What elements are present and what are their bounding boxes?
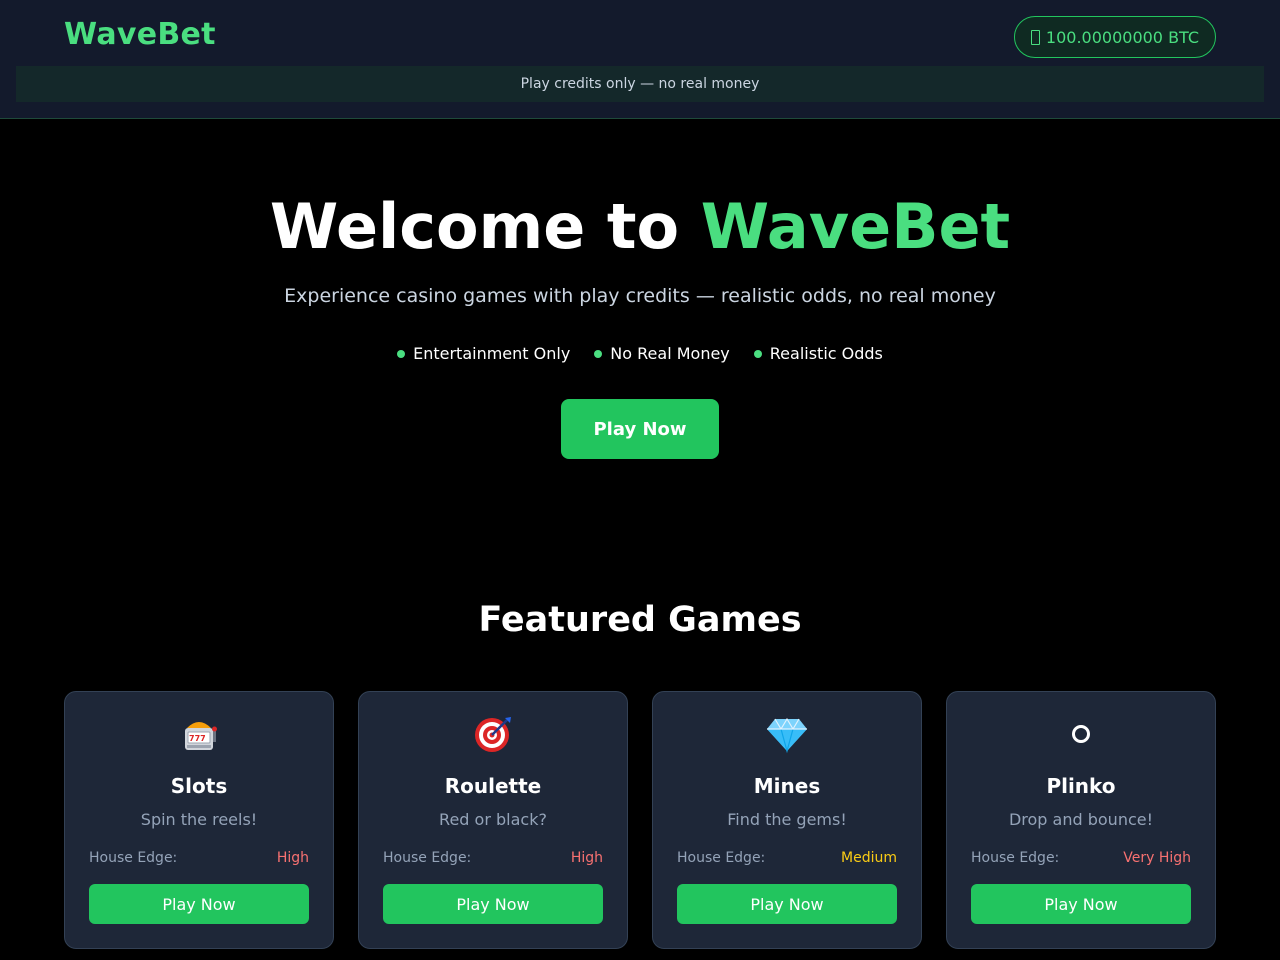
game-card-roulette[interactable]: Roulette Red or black? House Edge: High … (358, 691, 628, 949)
balance-value: 100.00000000 BTC (1045, 27, 1200, 47)
hero-title-accent: WaveBet (700, 190, 1011, 263)
house-edge-value: High (276, 850, 309, 866)
game-description: Find the gems! (727, 810, 847, 829)
game-description: Drop and bounce! (1008, 810, 1154, 829)
feature-label: Realistic Odds (769, 344, 883, 363)
house-edge-value: Very High (1123, 850, 1191, 866)
balance-badge[interactable]: 100.00000000 BTC (1014, 16, 1216, 58)
logo[interactable]: WaveBet (64, 17, 216, 52)
hero-play-now-button[interactable]: Play Now (561, 399, 719, 459)
game-card-mines[interactable]: Mines Find the gems! House Edge: Medium … (652, 691, 922, 949)
bullet-dot-icon (753, 349, 762, 358)
game-card-plinko[interactable]: Plinko Drop and bounce! House Edge: Very… (946, 691, 1216, 949)
site-header: WaveBet 100.00000000 BTC Play credits on… (0, 0, 1280, 119)
house-edge-label: House Edge: (89, 850, 178, 866)
play-now-button[interactable]: Play Now (677, 884, 897, 924)
bullet-dot-icon (594, 349, 603, 358)
game-name: Slots (170, 774, 228, 798)
game-card-slots[interactable]: 777 Slots Spin the reels! House Edge: Hi… (64, 691, 334, 949)
game-name: Mines (753, 774, 821, 798)
house-edge-value: Medium (841, 850, 897, 866)
hero-title: Welcome to WaveBet (0, 190, 1280, 263)
featured-games-title: Featured Games (478, 600, 802, 640)
hero-title-prefix: Welcome to (269, 190, 680, 263)
house-edge-label: House Edge: (677, 850, 766, 866)
feature-label: No Real Money (610, 344, 730, 363)
house-edge-row: House Edge: High (383, 850, 603, 866)
game-name: Roulette (444, 774, 542, 798)
play-now-button[interactable]: Play Now (971, 884, 1191, 924)
feature-label: Entertainment Only (413, 344, 571, 363)
house-edge-value: High (570, 850, 603, 866)
play-credits-notice: Play credits only — no real money (16, 66, 1264, 102)
svg-text:777: 777 (189, 734, 206, 743)
slot-machine-icon: 777 (185, 722, 217, 750)
game-name: Plinko (1046, 774, 1116, 798)
feature-list: Entertainment Only No Real Money Realist… (0, 344, 1280, 363)
house-edge-label: House Edge: (971, 850, 1060, 866)
feature-item: Entertainment Only (397, 344, 570, 363)
hero-subtitle: Experience casino games with play credit… (284, 285, 996, 307)
feature-item: No Real Money (594, 344, 730, 363)
feature-item: Realistic Odds (753, 344, 883, 363)
coin-icon (1030, 29, 1040, 45)
house-edge-row: House Edge: Medium (677, 850, 897, 866)
game-description: Red or black? (439, 810, 547, 829)
bullet-dot-icon (397, 349, 406, 358)
house-edge-row: House Edge: High (89, 850, 309, 866)
gem-icon (767, 717, 807, 754)
game-description: Spin the reels! (140, 810, 258, 829)
house-edge-row: House Edge: Very High (971, 850, 1191, 866)
play-now-button[interactable]: Play Now (383, 884, 603, 924)
target-icon (475, 717, 511, 752)
ring-icon (1072, 725, 1090, 743)
play-now-button[interactable]: Play Now (89, 884, 309, 924)
house-edge-label: House Edge: (383, 850, 472, 866)
